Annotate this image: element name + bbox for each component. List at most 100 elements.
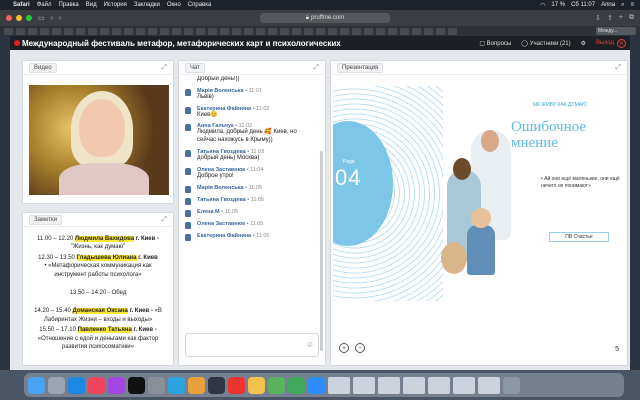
pinned-tab[interactable]	[148, 27, 157, 35]
tabs-overview-icon[interactable]: ⧉	[629, 14, 634, 22]
close-window-icon[interactable]	[6, 15, 12, 21]
menu-help[interactable]: Справка	[188, 2, 212, 8]
minimized-window-thumbnail[interactable]	[478, 376, 500, 394]
menu-edit[interactable]: Правка	[58, 2, 78, 8]
pinned-tab[interactable]	[436, 27, 445, 35]
pinned-tab[interactable]	[232, 27, 241, 35]
finder-icon[interactable]	[28, 376, 45, 394]
pinned-tab[interactable]	[64, 27, 73, 35]
pinned-tab[interactable]	[160, 27, 169, 35]
pinned-tab[interactable]	[352, 27, 361, 35]
menu-app-name[interactable]: Safari	[13, 2, 30, 8]
active-tab[interactable]: Между...	[596, 27, 636, 35]
pinned-tab[interactable]	[376, 27, 385, 35]
pinned-tab[interactable]	[16, 27, 25, 35]
pinned-tab[interactable]	[88, 27, 97, 35]
pinned-tab[interactable]	[136, 27, 145, 35]
battery-label[interactable]: 17 %	[551, 2, 565, 8]
pinned-tab[interactable]	[448, 27, 457, 35]
expand-icon[interactable]: ⤢	[161, 216, 167, 224]
menu-bookmarks[interactable]: Закладки	[134, 2, 160, 8]
pinned-tab[interactable]	[100, 27, 109, 35]
pinned-tab[interactable]	[316, 27, 325, 35]
minimized-window-thumbnail[interactable]	[378, 376, 400, 394]
pinned-tab[interactable]	[268, 27, 277, 35]
menu-view[interactable]: Вид	[86, 2, 97, 8]
pinned-tab[interactable]	[304, 27, 313, 35]
search-icon[interactable]: ⌕	[621, 2, 624, 9]
pinned-tab[interactable]	[172, 27, 181, 35]
minimized-window-thumbnail[interactable]	[428, 376, 450, 394]
pinned-tab[interactable]	[400, 27, 409, 35]
zoom-icon[interactable]	[308, 376, 325, 394]
minimized-window-thumbnail[interactable]	[328, 376, 350, 394]
pinned-tab[interactable]	[364, 27, 373, 35]
pinned-tab[interactable]	[220, 27, 229, 35]
participants-button[interactable]: ◯ Участники (21)	[521, 40, 570, 47]
zoom-in-icon[interactable]: +	[339, 343, 349, 353]
chat-message-input[interactable]: ☺	[185, 333, 319, 357]
emoji-icon[interactable]: ☺	[306, 340, 314, 349]
pinned-tab[interactable]	[412, 27, 421, 35]
minimized-window-thumbnail[interactable]	[453, 376, 475, 394]
pinned-tab[interactable]	[340, 27, 349, 35]
menu-list-icon[interactable]: ≡	[630, 2, 634, 8]
pinned-tab[interactable]	[196, 27, 205, 35]
zoom-out-icon[interactable]: −	[355, 343, 365, 353]
exit-button[interactable]: Выход ✕	[596, 38, 626, 48]
pinned-tab[interactable]	[424, 27, 433, 35]
expand-icon[interactable]: ⤢	[161, 64, 167, 72]
sidebar-icon[interactable]: ▭	[38, 14, 45, 22]
clock-label[interactable]: Сб 11:07	[571, 2, 595, 8]
trash-icon[interactable]	[503, 376, 520, 394]
back-icon[interactable]: ‹	[51, 15, 53, 22]
settings-gear-icon[interactable]: ⚙	[581, 40, 586, 47]
minimized-window-thumbnail[interactable]	[353, 376, 375, 394]
pinned-tab[interactable]	[52, 27, 61, 35]
pinned-tab[interactable]	[388, 27, 397, 35]
menu-history[interactable]: История	[104, 2, 127, 8]
torrent-icon[interactable]	[268, 376, 285, 394]
download-icon[interactable]: ⇩	[595, 14, 601, 22]
pinned-tab[interactable]	[40, 27, 49, 35]
expand-icon[interactable]: ⤢	[313, 64, 319, 72]
wifi-icon[interactable]: ◠	[540, 2, 545, 9]
pinned-tab[interactable]	[112, 27, 121, 35]
maps-icon[interactable]	[288, 376, 305, 394]
photos-icon[interactable]	[248, 376, 265, 394]
settings-icon[interactable]	[148, 376, 165, 394]
chat-scrollbar[interactable]	[320, 151, 323, 351]
pinned-tab[interactable]	[28, 27, 37, 35]
music-icon[interactable]	[88, 376, 105, 394]
questions-button[interactable]: ▢ Вопросы	[479, 40, 511, 47]
safari-icon[interactable]	[68, 376, 85, 394]
quicktime-icon[interactable]	[208, 376, 225, 394]
pinned-tab[interactable]	[124, 27, 133, 35]
pinned-tab[interactable]	[208, 27, 217, 35]
chrome-icon[interactable]	[188, 376, 205, 394]
launchpad-icon[interactable]	[48, 376, 65, 394]
telegram-icon[interactable]	[168, 376, 185, 394]
pinned-tab[interactable]	[280, 27, 289, 35]
pinned-tab[interactable]	[4, 27, 13, 35]
zoom-window-icon[interactable]	[26, 15, 32, 21]
menu-window[interactable]: Окно	[167, 2, 181, 8]
minimize-window-icon[interactable]	[16, 15, 22, 21]
pinned-tab[interactable]	[244, 27, 253, 35]
minimized-window-thumbnail[interactable]	[403, 376, 425, 394]
pinned-tab[interactable]	[76, 27, 85, 35]
address-bar[interactable]: 🔒︎ pruffme.com	[260, 13, 390, 23]
pinned-tab[interactable]	[292, 27, 301, 35]
pinned-tab[interactable]	[328, 27, 337, 35]
tv-icon[interactable]	[128, 376, 145, 394]
pinned-tab[interactable]	[256, 27, 265, 35]
yandex-icon[interactable]	[228, 376, 245, 394]
share-icon[interactable]: ⇪	[607, 14, 613, 22]
user-label[interactable]: Anna	[601, 2, 615, 8]
menu-file[interactable]: Файл	[37, 2, 52, 8]
expand-icon[interactable]: ⤢	[615, 64, 621, 72]
podcasts-icon[interactable]	[108, 376, 125, 394]
forward-icon[interactable]: ›	[59, 15, 61, 22]
new-tab-icon[interactable]: +	[619, 14, 623, 22]
pinned-tab[interactable]	[184, 27, 193, 35]
